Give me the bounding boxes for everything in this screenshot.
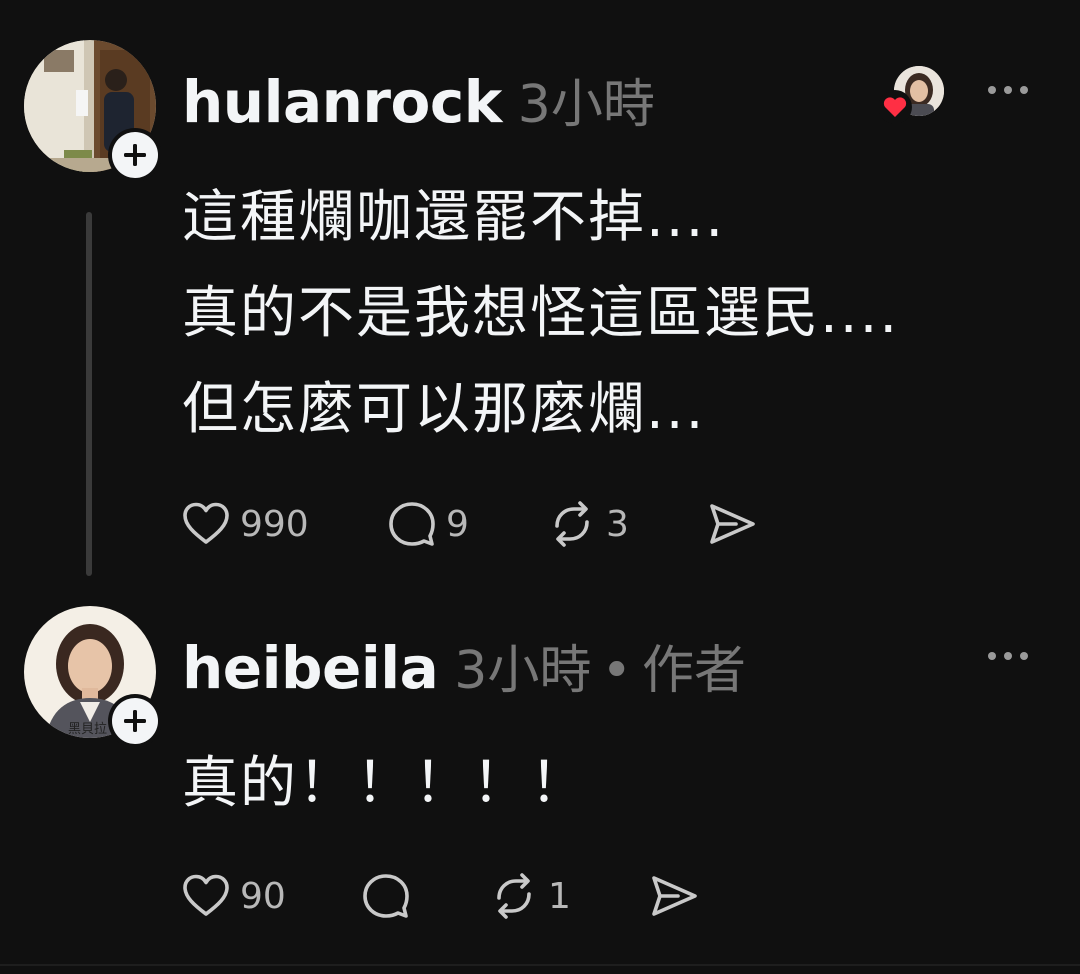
comment-icon [363, 874, 409, 918]
heart-icon [183, 502, 229, 544]
follow-button[interactable] [108, 128, 162, 182]
comment-icon [389, 502, 435, 546]
follow-button[interactable] [108, 694, 162, 748]
post-body: 真的！！！！！ [182, 736, 588, 832]
plus-icon [124, 710, 146, 732]
share-button[interactable] [648, 868, 718, 924]
post-body: 這種爛咖還罷不掉.... 真的不是我想怪這區選民.... 但怎麼可以那麼爛... [182, 170, 899, 458]
post-text-line: 真的！！！！！ [182, 751, 588, 816]
post-text-line: 真的不是我想怪這區選民.... [182, 281, 900, 346]
thread-connector-line [86, 212, 92, 576]
share-icon [710, 504, 755, 544]
comment-button[interactable]: 9 [386, 496, 546, 552]
more-icon[interactable] [986, 80, 1030, 100]
action-bar: 90 1 [180, 868, 718, 924]
thread-post-hulanrock: hulanrock 3小時 這種爛咖還罷不掉.... 真的不是我想怪這區選民..… [0, 40, 1080, 600]
heart-icon [878, 90, 912, 124]
avatar-caption: 黑貝拉 [68, 722, 108, 737]
share-icon [652, 876, 697, 916]
more-icon[interactable] [986, 646, 1030, 666]
post-header: heibeila 3小時 • 作者 [182, 628, 747, 702]
comment-count: 9 [446, 503, 469, 545]
bottom-divider [0, 964, 1080, 966]
post-time: 3小時 [454, 641, 592, 701]
post-text-line: 這種爛咖還罷不掉.... [182, 185, 726, 250]
repost-count: 3 [606, 503, 629, 545]
username[interactable]: hulanrock [182, 68, 502, 136]
post-time: 3小時 [517, 75, 655, 135]
share-button[interactable] [706, 496, 776, 552]
meta-separator: • [601, 641, 633, 701]
repost-icon [555, 501, 589, 547]
action-bar: 990 9 3 [180, 496, 776, 552]
like-count: 90 [240, 875, 286, 917]
post-text-line: 但怎麼可以那麼爛... [182, 377, 706, 442]
thread-post-heibeila: 黑貝拉 heibeila 3小時 • 作者 真的！！！！！ 90 1 [0, 606, 1080, 966]
repost-button[interactable]: 1 [488, 868, 648, 924]
like-count: 990 [240, 503, 309, 545]
repost-button[interactable]: 3 [546, 496, 706, 552]
heart-icon [183, 874, 229, 916]
like-button[interactable]: 90 [180, 868, 360, 924]
liked-by-author-indicator [878, 66, 944, 128]
repost-count: 1 [548, 875, 571, 917]
author-label: 作者 [642, 641, 747, 701]
like-button[interactable]: 990 [180, 496, 386, 552]
comment-button[interactable] [360, 868, 488, 924]
plus-icon [124, 144, 146, 166]
repost-icon [497, 873, 531, 919]
post-header: hulanrock 3小時 [182, 62, 655, 136]
username[interactable]: heibeila [182, 634, 439, 702]
